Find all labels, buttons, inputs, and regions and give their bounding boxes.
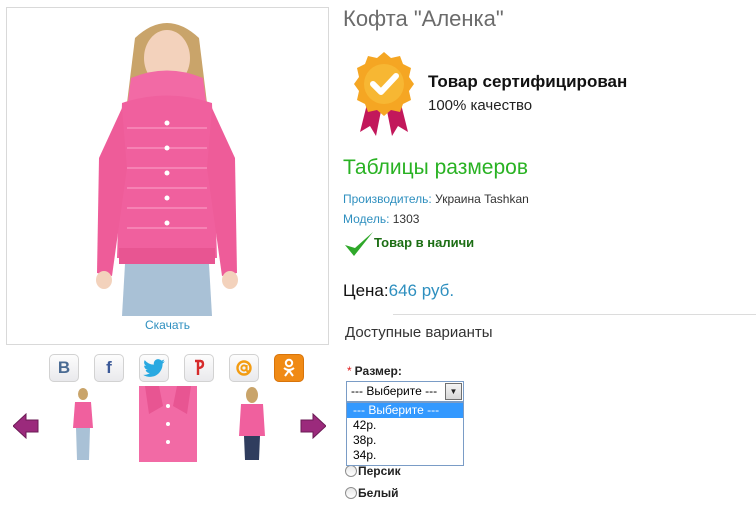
color-option-white[interactable]: Белый [345, 486, 399, 500]
size-dropdown-list[interactable]: --- Выберите --- 42р. 38р. 34р. [346, 402, 464, 466]
size-tables-link[interactable]: Таблицы размеров [343, 156, 528, 180]
size-option[interactable]: --- Выберите --- [347, 403, 463, 418]
manufacturer-value: Украина Tashkan [435, 192, 529, 206]
color-option-peach[interactable]: Персик [345, 464, 401, 478]
certificate-badge-icon [354, 52, 414, 136]
divider [393, 314, 756, 315]
size-select-value: --- Выберите --- [351, 384, 438, 398]
radio-button[interactable] [345, 487, 357, 499]
color-option-label: Персик [358, 464, 401, 478]
model-label: Модель: [343, 212, 390, 226]
certificate-subtitle: 100% качество [428, 97, 533, 114]
size-option[interactable]: 38р. [347, 433, 463, 448]
model-row: Модель: 1303 [343, 212, 419, 226]
next-arrow-icon[interactable] [300, 413, 326, 439]
in-stock-check-icon [345, 232, 373, 256]
yandex-icon[interactable] [184, 354, 214, 382]
thumbnail-1[interactable] [69, 386, 97, 462]
radio-button[interactable] [345, 465, 357, 477]
size-option[interactable]: 42р. [347, 418, 463, 433]
color-option-label: Белый [358, 486, 399, 500]
product-title: Кофта "Аленка" [343, 6, 504, 31]
thumbnail-2[interactable] [139, 386, 197, 462]
variants-heading: Доступные варианты [345, 324, 493, 341]
manufacturer-label[interactable]: Производитель: [343, 192, 432, 206]
required-mark: * [347, 364, 352, 378]
download-link[interactable]: Скачать [7, 318, 328, 332]
size-select[interactable]: --- Выберите --- ▼ [346, 381, 464, 402]
price: Цена:646 руб. [343, 281, 454, 301]
product-photo [96, 23, 238, 316]
mail-icon[interactable] [229, 354, 259, 382]
prev-arrow-icon[interactable] [13, 413, 39, 439]
price-value: 646 руб. [388, 281, 455, 300]
odnoklassniki-icon[interactable] [274, 354, 304, 382]
vk-icon[interactable]: B [49, 354, 79, 382]
size-label: * Размер: [347, 364, 402, 378]
thumbnail-3[interactable] [236, 386, 268, 462]
twitter-icon[interactable] [139, 354, 169, 382]
price-label: Цена: [343, 281, 389, 300]
size-option[interactable]: 34р. [347, 448, 463, 463]
certificate-title: Товар сертифицирован [428, 72, 628, 91]
in-stock-status: Товар в наличи [374, 235, 475, 250]
facebook-icon[interactable]: f [94, 354, 124, 382]
model-value: 1303 [392, 212, 420, 226]
chevron-down-icon[interactable]: ▼ [445, 383, 462, 400]
manufacturer-row: Производитель: Украина Tashkan [343, 192, 529, 206]
main-product-image[interactable]: Скачать [6, 7, 329, 345]
